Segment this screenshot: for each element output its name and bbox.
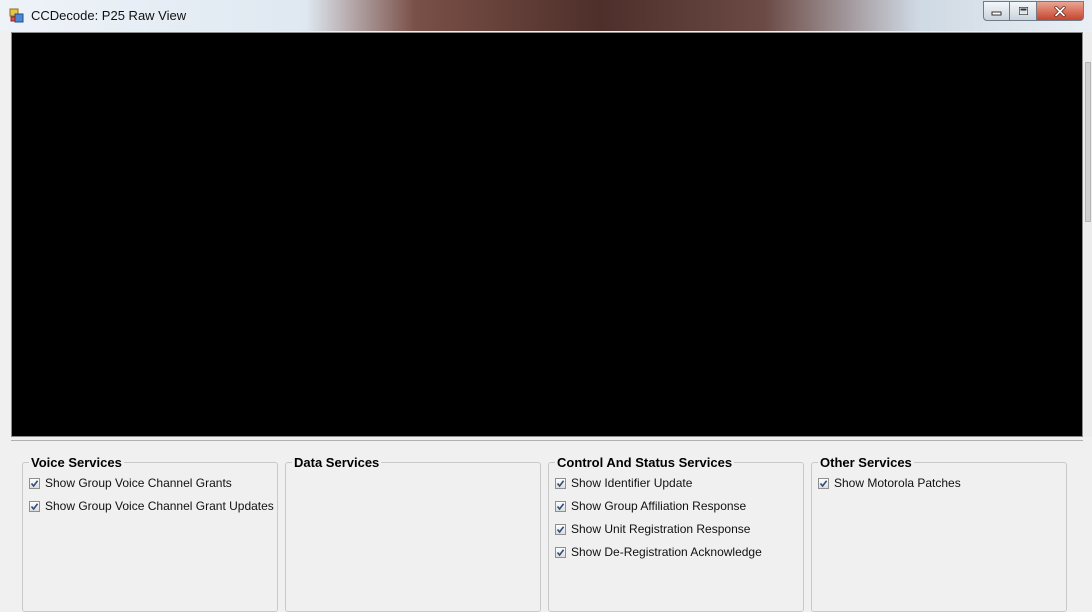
minimize-icon (991, 11, 1002, 15)
checkmark-icon (30, 502, 39, 510)
checkmark-icon (556, 548, 565, 556)
checkmark-icon (556, 502, 565, 510)
p25-raw-view-window: CCDecode: P25 Raw View Voice Services Sh… (0, 0, 1092, 612)
checkmark-icon (556, 479, 565, 487)
checkbox-box[interactable] (555, 523, 566, 535)
checkbox-show-motorola-patches[interactable]: Show Motorola Patches (818, 476, 961, 490)
checkbox-box[interactable] (29, 500, 40, 512)
vertical-scrollbar[interactable] (1084, 32, 1092, 437)
checkbox-box[interactable] (555, 546, 566, 558)
checkbox-box[interactable] (555, 477, 566, 489)
close-icon (1054, 5, 1066, 17)
window-controls (983, 1, 1084, 22)
checkmark-icon (819, 479, 828, 487)
checkbox-show-unit-registration-response[interactable]: Show Unit Registration Response (555, 522, 750, 536)
control-and-status-services-title: Control And Status Services (555, 455, 735, 470)
checkbox-label: Show De-Registration Acknowledge (571, 545, 762, 559)
checkbox-show-group-voice-channel-grants[interactable]: Show Group Voice Channel Grants (29, 476, 232, 490)
maximize-icon (1018, 7, 1028, 15)
checkbox-show-de-registration-acknowledge[interactable]: Show De-Registration Acknowledge (555, 545, 762, 559)
app-icon[interactable] (9, 8, 24, 23)
checkbox-label: Show Group Voice Channel Grant Updates (45, 499, 274, 513)
data-services-title: Data Services (292, 455, 382, 470)
scrollbar-thumb[interactable] (1085, 62, 1091, 222)
checkbox-show-group-voice-channel-grant-updates[interactable]: Show Group Voice Channel Grant Updates (29, 499, 274, 513)
data-services-group (285, 462, 541, 612)
checkbox-label: Show Unit Registration Response (571, 522, 751, 536)
other-services-title: Other Services (818, 455, 914, 470)
checkbox-show-group-affiliation-response[interactable]: Show Group Affiliation Response (555, 499, 746, 513)
checkmark-icon (556, 525, 565, 533)
checkbox-box[interactable] (29, 477, 40, 489)
minimize-button[interactable] (983, 1, 1010, 21)
checkbox-show-identifier-update[interactable]: Show Identifier Update (555, 476, 692, 490)
checkmark-icon (30, 479, 39, 487)
raw-view-output[interactable] (11, 32, 1083, 437)
voice-services-title: Voice Services (29, 455, 124, 470)
checkbox-label: Show Motorola Patches (834, 476, 961, 490)
checkbox-label: Show Identifier Update (571, 476, 693, 490)
title-bar[interactable]: CCDecode: P25 Raw View (0, 0, 1092, 31)
panel-divider (11, 440, 1083, 441)
maximize-button[interactable] (1010, 1, 1037, 21)
close-button[interactable] (1037, 1, 1084, 21)
checkbox-box[interactable] (555, 500, 566, 512)
window-title: CCDecode: P25 Raw View (31, 8, 187, 23)
checkbox-box[interactable] (818, 477, 829, 489)
checkbox-label: Show Group Affiliation Response (571, 499, 747, 513)
checkbox-label: Show Group Voice Channel Grants (45, 476, 232, 490)
